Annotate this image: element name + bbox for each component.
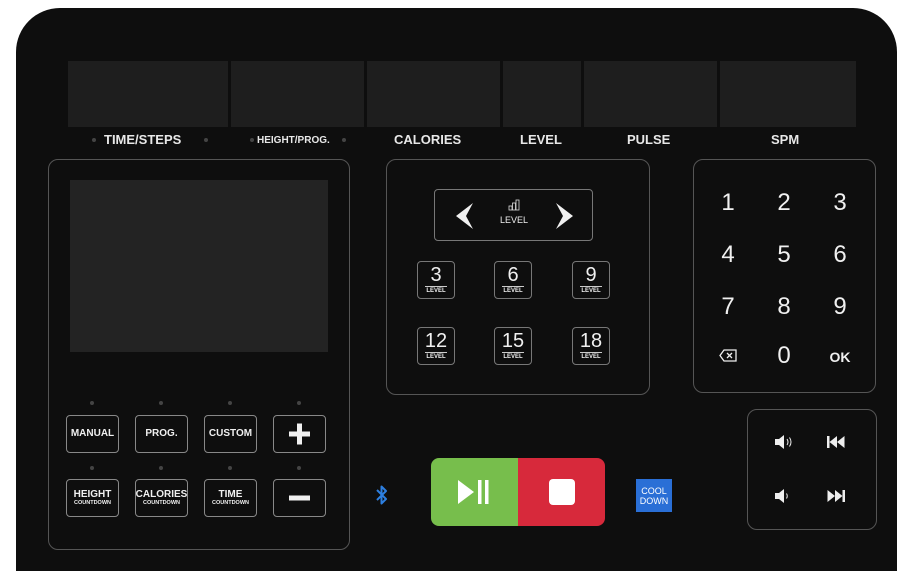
- key-2[interactable]: 2: [769, 189, 799, 217]
- key-9[interactable]: 9: [825, 293, 855, 321]
- stop-icon: [549, 479, 575, 505]
- start-pause-button[interactable]: [431, 458, 518, 526]
- volume-down-icon[interactable]: [774, 489, 790, 503]
- indicator-dot: [228, 466, 232, 470]
- indicator-dot: [297, 401, 301, 405]
- bluetooth-icon: [376, 485, 387, 505]
- increase-button[interactable]: [273, 415, 326, 453]
- volume-up-icon[interactable]: [774, 435, 794, 449]
- calories-label: CALORIES: [394, 132, 462, 147]
- height-prog-display: [231, 61, 364, 127]
- key-6[interactable]: 6: [825, 241, 855, 269]
- next-track-icon[interactable]: [827, 490, 845, 502]
- spm-label: SPM: [771, 132, 800, 147]
- indicator-dot: [159, 401, 163, 405]
- time-steps-display: [68, 61, 228, 127]
- treadmill-console: TIME/STEPS HEIGHT/PROG. CALORIES LEVEL P…: [16, 8, 897, 571]
- time-countdown-button[interactable]: TIME COUNTDOWN: [204, 479, 257, 517]
- level-nav-label: LEVEL: [499, 215, 529, 225]
- indicator-dot: [90, 466, 94, 470]
- level-6-button[interactable]: 6 LEVEL: [494, 261, 532, 299]
- spm-display: [720, 61, 856, 127]
- level-12-button[interactable]: 12 LEVEL: [417, 327, 455, 365]
- key-8[interactable]: 8: [769, 293, 799, 321]
- decrease-button[interactable]: [273, 479, 326, 517]
- level-15-button[interactable]: 15 LEVEL: [494, 327, 532, 365]
- indicator-dot: [204, 138, 208, 142]
- indicator-dot: [297, 466, 301, 470]
- level-9-button[interactable]: 9 LEVEL: [572, 261, 610, 299]
- chevron-right-icon[interactable]: [554, 202, 576, 230]
- level-display: [503, 61, 581, 127]
- signal-bars-icon: [508, 199, 520, 211]
- custom-button[interactable]: CUSTOM: [204, 415, 257, 453]
- pulse-label: PULSE: [627, 132, 671, 147]
- ok-key[interactable]: OK: [825, 349, 855, 365]
- backspace-icon[interactable]: [719, 349, 737, 362]
- indicator-dot: [90, 401, 94, 405]
- level-18-button[interactable]: 18 LEVEL: [572, 327, 610, 365]
- pulse-display: [584, 61, 717, 127]
- manual-button[interactable]: MANUAL: [66, 415, 119, 453]
- previous-track-icon[interactable]: [827, 436, 845, 448]
- key-0[interactable]: 0: [769, 342, 799, 370]
- key-4[interactable]: 4: [713, 241, 743, 269]
- height-countdown-button[interactable]: HEIGHT COUNTDOWN: [66, 479, 119, 517]
- play-pause-icon: [458, 480, 489, 504]
- indicator-dot: [92, 138, 96, 142]
- minus-icon: [289, 495, 310, 501]
- cool-down-button[interactable]: COOL DOWN: [636, 479, 672, 512]
- key-1[interactable]: 1: [713, 189, 743, 217]
- indicator-dot: [250, 138, 254, 142]
- media-panel: [747, 409, 877, 530]
- indicator-dot: [159, 466, 163, 470]
- key-7[interactable]: 7: [713, 293, 743, 321]
- calories-countdown-button[interactable]: CALORIES COUNTDOWN: [135, 479, 188, 517]
- level-3-button[interactable]: 3 LEVEL: [417, 261, 455, 299]
- time-steps-label: TIME/STEPS: [104, 132, 182, 147]
- height-prog-label: HEIGHT/PROG.: [257, 135, 330, 146]
- lcd-screen: [70, 180, 328, 352]
- indicator-dot: [228, 401, 232, 405]
- level-label: LEVEL: [520, 132, 562, 147]
- plus-icon: [289, 423, 310, 445]
- calories-display: [367, 61, 500, 127]
- indicator-dot: [342, 138, 346, 142]
- prog-button[interactable]: PROG.: [135, 415, 188, 453]
- key-5[interactable]: 5: [769, 241, 799, 269]
- key-3[interactable]: 3: [825, 189, 855, 217]
- level-adjust-control: LEVEL: [434, 189, 593, 241]
- chevron-left-icon[interactable]: [453, 202, 475, 230]
- stop-button[interactable]: [518, 458, 605, 526]
